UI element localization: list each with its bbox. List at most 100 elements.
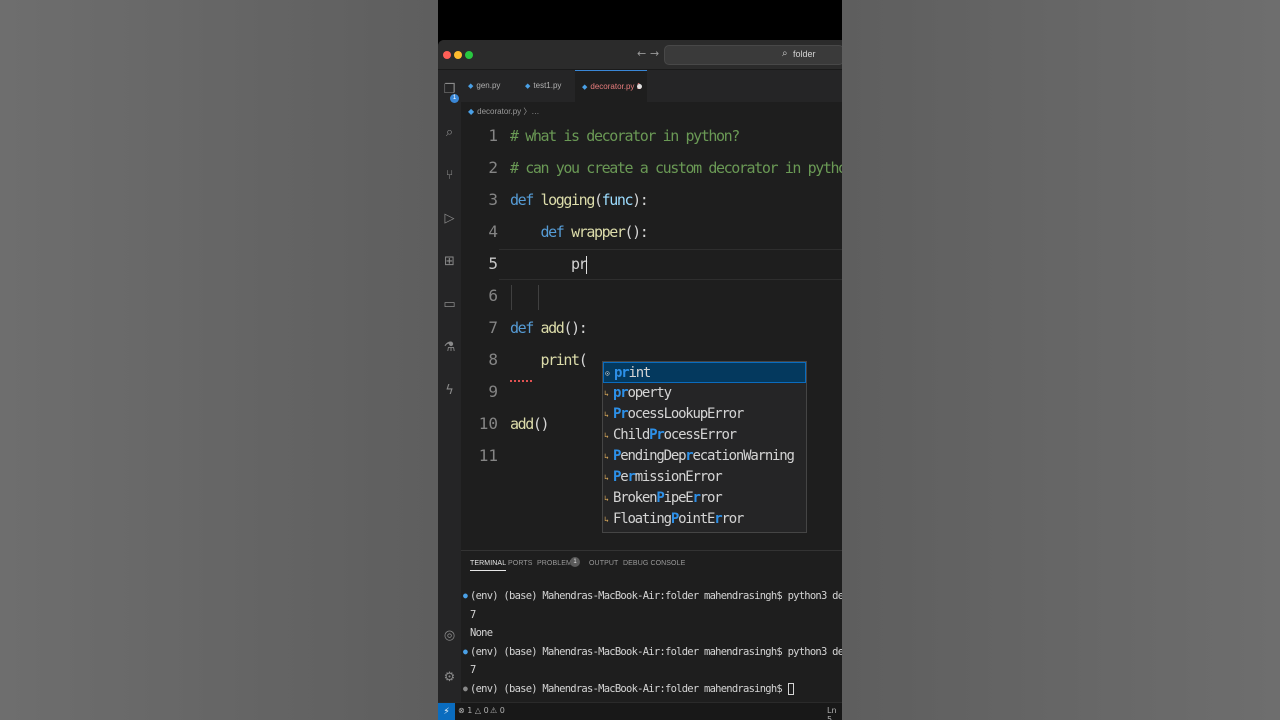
command-center-search[interactable]: ⌕ folder <box>664 45 842 65</box>
code-line-6: 6 <box>461 280 842 312</box>
tab-gen-py[interactable]: ◆ gen.py <box>461 70 518 102</box>
breadcrumb-rest: 〉… <box>523 107 540 116</box>
keyword-token: def <box>510 191 541 209</box>
line-number: 10 <box>478 414 498 433</box>
suggestion-text: ocessLookupError <box>627 406 744 422</box>
terminal-line: 7 <box>461 606 842 625</box>
code-editor[interactable]: 1 # what is decorator in python? 2 # can… <box>461 120 842 560</box>
suggestion-item[interactable]: ↳ BrokenPipeError <box>603 488 806 509</box>
code-line-4: 4 def wrapper(): <box>461 216 842 248</box>
testing-icon[interactable]: ⚗ <box>442 340 457 355</box>
remote-indicator-icon[interactable]: ⚡ <box>438 703 455 720</box>
suggestion-text: operty <box>627 385 672 401</box>
function-token: add <box>510 415 534 433</box>
terminal-line: ● (env) (base) Mahendras-MacBook-Air:fold… <box>461 680 842 699</box>
suggestion-item[interactable]: ↳ FloatingPointError <box>603 509 806 530</box>
code-text: pr <box>510 248 588 280</box>
tab-label: gen.py <box>476 81 501 90</box>
class-icon: ↳ <box>604 431 609 440</box>
suggestion-item[interactable]: ↳ ChildProcessError <box>603 425 806 446</box>
tab-test1-py[interactable]: ◆ test1.py <box>518 70 575 102</box>
cursor-position[interactable]: Ln 5, <box>827 706 842 720</box>
tab-decorator-py[interactable]: ◆ decorator.py 1 <box>575 70 647 102</box>
line-number: 11 <box>478 446 498 465</box>
code-text: def logging(func): <box>510 184 649 216</box>
python-file-icon: ◆ <box>468 83 474 90</box>
settings-gear-icon[interactable]: ⚙ <box>442 670 457 685</box>
breadcrumb[interactable]: ◆ decorator.py 〉… <box>468 106 539 117</box>
minimize-window-button[interactable] <box>454 51 462 59</box>
punct-token: ( <box>593 191 603 209</box>
run-debug-icon[interactable]: ▷ <box>442 211 457 226</box>
code-line-1: 1 # what is decorator in python? <box>461 120 842 152</box>
suggestion-item[interactable]: ↳ ProcessLookupError <box>603 404 806 425</box>
tab-ports[interactable]: PORTS <box>508 560 533 567</box>
command-status-icon: ● <box>463 646 468 656</box>
command-status-icon: ● <box>463 591 468 600</box>
terminal-text: (env) (base) Mahendras-MacBook-Air:folde… <box>470 645 842 658</box>
remote-explorer-icon[interactable]: ▭ <box>442 297 457 312</box>
terminal-line: 7 <box>461 661 842 680</box>
class-icon: ↳ <box>604 494 609 503</box>
suggestion-text: Child <box>613 427 650 443</box>
function-token: print <box>540 351 581 369</box>
source-control-icon[interactable]: ⑂ <box>442 168 457 183</box>
tab-output[interactable]: OUTPUT <box>589 560 618 567</box>
suggestion-match: r <box>685 448 693 464</box>
command-status-icon: ● <box>463 683 468 693</box>
line-number: 6 <box>488 286 498 305</box>
video-frame: ← → ⌕ folder ❐ 1 ⌕ ⑂ ▷ ⊞ ▭ ⚗ ϟ ◎ ⚙ ◆ gen.… <box>438 0 842 720</box>
back-arrow-icon[interactable]: ← <box>637 47 646 60</box>
python-file-icon: ◆ <box>582 84 588 91</box>
tab-debug-console[interactable]: DEBUG CONSOLE <box>623 560 685 567</box>
suggestion-match: pr <box>613 385 629 401</box>
terminal-line: ● (env) (base) Mahendras-MacBook-Air:fold… <box>461 643 842 662</box>
line-number: 2 <box>488 158 498 177</box>
suggestion-item[interactable]: ↳ PendingDeprecationWarning <box>603 446 806 467</box>
suggestion-text: ipeE <box>663 490 694 506</box>
punct-token: (): <box>624 223 648 241</box>
terminal-text: 7 <box>470 608 476 621</box>
problems-status[interactable]: ⊗ 1 △ 0 <box>458 706 489 715</box>
class-icon: ↳ <box>604 389 609 398</box>
suggestion-text: Floating <box>613 511 672 527</box>
line-number: 8 <box>488 350 498 369</box>
code-line-3: 3 def logging(func): <box>461 184 842 216</box>
extensions-icon[interactable]: ⊞ <box>442 254 457 269</box>
tab-label: decorator.py 1 <box>590 82 642 91</box>
search-icon[interactable]: ⌕ <box>442 125 457 140</box>
tab-terminal[interactable]: TERMINAL <box>470 560 507 571</box>
punct-token: ( <box>578 351 588 369</box>
account-icon[interactable]: ◎ <box>442 628 457 643</box>
code-text: def add(): <box>510 312 588 344</box>
line-number: 7 <box>488 318 498 337</box>
problems-count-badge: 1 <box>570 557 580 567</box>
close-window-button[interactable] <box>443 51 451 59</box>
suggestion-text: ecationWarning <box>692 448 795 464</box>
line-number: 1 <box>488 126 498 145</box>
suggestion-item[interactable]: ⊙ print <box>603 362 806 383</box>
suggestion-text: ror <box>699 490 723 506</box>
typed-text: pr <box>571 255 588 273</box>
maximize-window-button[interactable] <box>465 51 473 59</box>
forward-arrow-icon[interactable]: → <box>650 47 659 60</box>
terminal-output[interactable]: ● (env) (base) Mahendras-MacBook-Air:fold… <box>461 587 842 699</box>
suggestion-text: missionError <box>634 469 723 485</box>
function-token: wrapper <box>571 223 626 241</box>
ports-status[interactable]: ⚠ 0 <box>490 706 505 715</box>
unsaved-dot-icon[interactable] <box>637 84 642 89</box>
activity-bar: ❐ 1 ⌕ ⑂ ▷ ⊞ ▭ ⚗ ϟ ◎ ⚙ <box>438 70 461 710</box>
suggestion-item[interactable]: ↳ PermissionError <box>603 467 806 488</box>
suggestion-item[interactable]: ↳ property <box>603 383 806 404</box>
terminal-text: (env) (base) Mahendras-MacBook-Air:folde… <box>470 682 788 695</box>
terminal-line: ● (env) (base) Mahendras-MacBook-Air:fold… <box>461 587 842 606</box>
tab-label: test1.py <box>533 81 562 90</box>
code-text: # can you create a custom decorator in p… <box>510 159 842 177</box>
lightning-icon[interactable]: ϟ <box>442 383 457 398</box>
video-blur-left <box>0 0 438 720</box>
terminal-text: 7 <box>470 664 476 677</box>
terminal-text: (env) (base) Mahendras-MacBook-Air:folde… <box>470 590 842 602</box>
